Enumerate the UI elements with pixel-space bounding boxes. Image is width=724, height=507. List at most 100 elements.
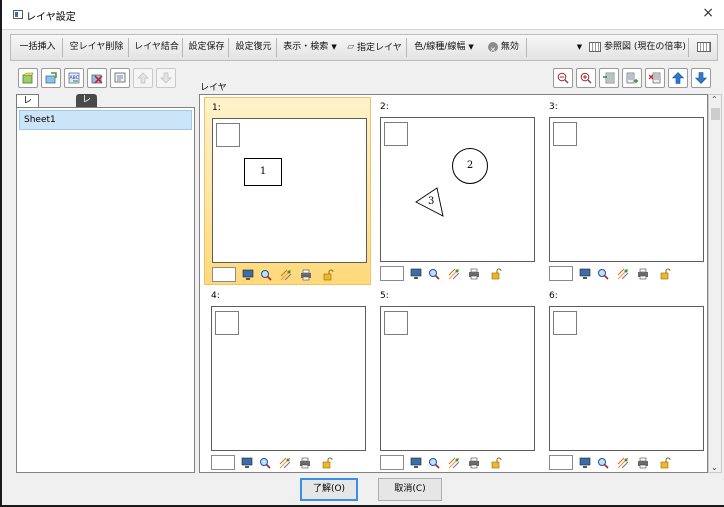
color-swatch[interactable]	[211, 455, 235, 470]
layer-cell[interactable]: 4:	[204, 286, 371, 472]
tab-layout[interactable]: レイアウト	[76, 94, 98, 157]
lock-open-icon[interactable]	[322, 269, 334, 281]
copy-layer-button[interactable]	[41, 68, 61, 88]
layer-preview[interactable]	[380, 306, 535, 451]
delete-layer-button[interactable]	[87, 68, 107, 88]
color-swatch[interactable]	[380, 455, 404, 470]
hatch-pattern-icon[interactable]	[617, 457, 629, 469]
bulk-insert-button[interactable]: 一括挿入	[13, 38, 63, 57]
save-settings-button[interactable]: 設定保存	[185, 38, 229, 57]
specified-layer-button[interactable]: ▱ 指定レイヤ	[343, 38, 407, 57]
add-layer-button[interactable]	[622, 68, 642, 88]
lock-open-icon[interactable]	[321, 457, 333, 469]
magnifier-icon[interactable]	[259, 457, 271, 469]
merge-layers-button[interactable]: レイヤ結合	[131, 38, 183, 57]
printer-icon[interactable]	[637, 268, 649, 280]
layer-number: 3:	[549, 102, 558, 112]
color-swatch[interactable]	[549, 455, 573, 470]
layer-icon-bar	[549, 455, 704, 471]
window-title: レイヤ設定	[26, 12, 76, 23]
monitor-icon[interactable]	[579, 268, 591, 280]
layer-cell[interactable]: 6:	[542, 286, 707, 472]
move-layer-up-button[interactable]	[668, 68, 688, 88]
scrollbar-thumb[interactable]	[711, 108, 720, 120]
layer-cell[interactable]: 2: 2 3	[373, 97, 540, 285]
scroll-up-icon[interactable]: ⌃	[711, 95, 718, 104]
arrow-down-icon	[160, 72, 172, 84]
insert-layer-button[interactable]	[599, 68, 619, 88]
reference-dropdown-arrow[interactable]: ▼	[571, 38, 585, 57]
monitor-icon[interactable]	[410, 268, 422, 280]
layer-preview[interactable]: 23	[380, 117, 535, 262]
layer-label: レイヤ	[200, 83, 227, 93]
lock-open-icon[interactable]	[659, 268, 671, 280]
disable-button[interactable]: 無効	[481, 38, 527, 60]
rename-layer-button[interactable]: ABC	[64, 68, 84, 88]
layer-cell[interactable]: 1: 1	[204, 97, 371, 285]
layer-preview[interactable]	[549, 117, 704, 262]
layer-thumbnail	[216, 123, 240, 147]
move-up-button[interactable]	[133, 68, 153, 88]
magnifier-icon[interactable]	[428, 268, 440, 280]
color-swatch[interactable]	[549, 266, 573, 281]
new-layer-button[interactable]	[18, 68, 38, 88]
move-layer-down-button[interactable]	[691, 68, 711, 88]
magnifier-icon[interactable]	[428, 457, 440, 469]
move-down-button[interactable]	[156, 68, 176, 88]
magnifier-icon[interactable]	[597, 268, 609, 280]
printer-icon[interactable]	[299, 457, 311, 469]
hatch-pattern-icon[interactable]	[279, 457, 291, 469]
ok-button[interactable]: 了解(O)	[300, 478, 358, 501]
preview-shape-circle: 2	[452, 148, 488, 184]
layer-thumbnail	[384, 311, 408, 335]
printer-icon[interactable]	[300, 269, 312, 281]
color-swatch[interactable]	[212, 267, 236, 282]
monitor-icon[interactable]	[241, 457, 253, 469]
remove-layer-button[interactable]	[645, 68, 665, 88]
lock-open-icon[interactable]	[490, 268, 502, 280]
hatch-pattern-icon[interactable]	[448, 457, 460, 469]
cancel-button[interactable]: 取消(C)	[378, 478, 442, 501]
layer-cell[interactable]: 3:	[542, 97, 707, 285]
color-linetype-dropdown[interactable]: 色/線種/線幅 ▼	[409, 38, 479, 57]
layer-icon-bar	[380, 266, 535, 282]
vertical-scrollbar[interactable]: ⌃ ⌄	[708, 94, 722, 473]
monitor-icon[interactable]	[579, 457, 591, 469]
arrow-down-icon	[695, 72, 707, 84]
reference-view-button[interactable]: 参照図 (現在の倍率)	[587, 38, 689, 57]
hatch-pattern-icon[interactable]	[448, 268, 460, 280]
monitor-icon[interactable]	[242, 269, 254, 281]
layer-icon-bar	[549, 266, 704, 282]
color-swatch[interactable]	[380, 266, 404, 281]
sheet-item-sheet1[interactable]: Sheet1	[19, 110, 192, 130]
magnifier-icon[interactable]	[260, 269, 272, 281]
close-icon[interactable]: ×	[702, 5, 714, 21]
printer-icon[interactable]	[468, 268, 480, 280]
zoom-in-button[interactable]	[576, 68, 596, 88]
eraser-icon: ▱	[347, 42, 355, 52]
layer-number: 5:	[380, 291, 389, 301]
monitor-icon[interactable]	[410, 457, 422, 469]
new-layer-icon	[22, 72, 34, 84]
magnifier-icon[interactable]	[597, 457, 609, 469]
layer-preview[interactable]	[211, 306, 366, 451]
zoom-out-button[interactable]	[553, 68, 573, 88]
hatch-pattern-icon[interactable]	[617, 268, 629, 280]
restore-settings-button[interactable]: 設定復元	[231, 38, 277, 57]
hatch-pattern-icon[interactable]	[280, 269, 292, 281]
layer-cell[interactable]: 5:	[373, 286, 540, 472]
chevron-down-icon: ▼	[468, 43, 474, 51]
printer-icon[interactable]	[468, 457, 480, 469]
tab-layer-sheet[interactable]: レイヤシート	[16, 94, 40, 171]
scroll-down-icon[interactable]: ⌄	[711, 463, 718, 472]
layer-preview[interactable]: 1	[212, 118, 367, 263]
display-search-dropdown[interactable]: 表示・検索 ▼	[279, 38, 341, 57]
layer-icon-bar	[211, 455, 366, 471]
lock-open-icon[interactable]	[490, 457, 502, 469]
list-view-button[interactable]	[693, 38, 715, 57]
delete-empty-layers-button[interactable]: 空レイヤ削除	[65, 38, 129, 57]
printer-icon[interactable]	[637, 457, 649, 469]
layer-preview[interactable]	[549, 306, 704, 451]
properties-button[interactable]	[110, 68, 130, 88]
lock-open-icon[interactable]	[659, 457, 671, 469]
